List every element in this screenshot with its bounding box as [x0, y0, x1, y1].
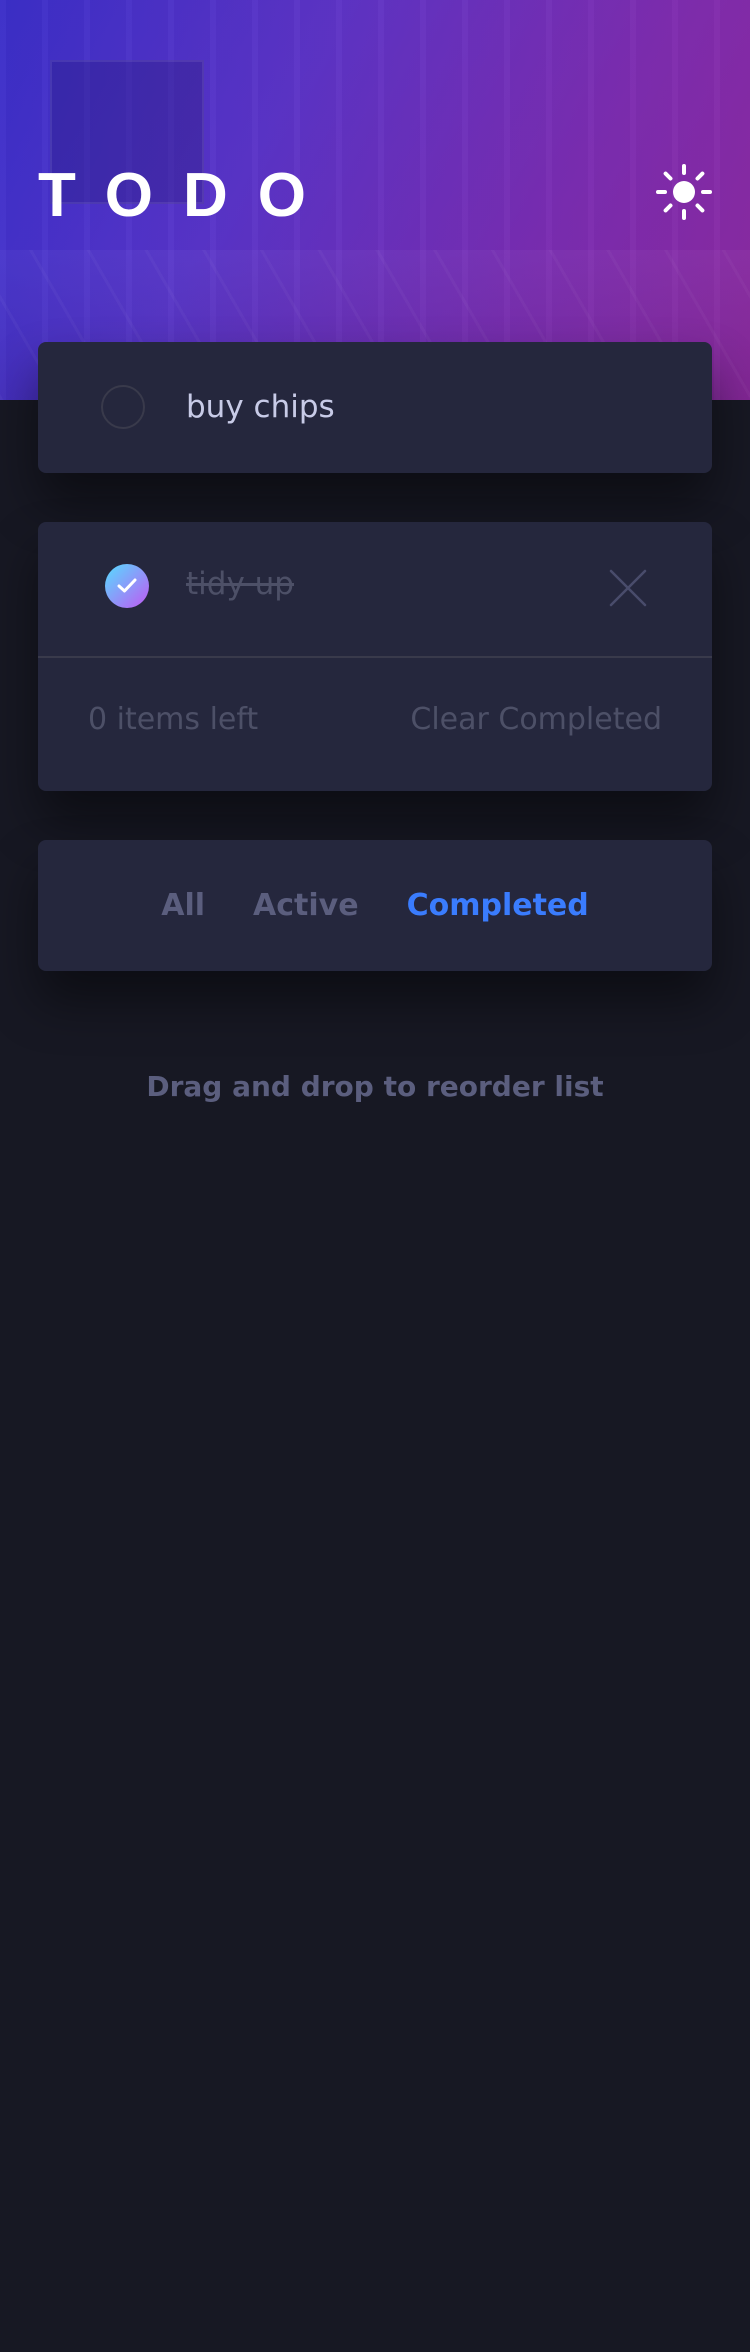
filter-completed[interactable]: Completed — [407, 888, 589, 923]
clear-completed-button[interactable]: Clear Completed — [410, 702, 662, 737]
check-icon — [117, 578, 137, 593]
empty-circle-icon[interactable] — [101, 385, 145, 429]
app-title: TODO — [38, 161, 336, 230]
todo-item[interactable]: tidy up — [38, 522, 712, 658]
todo-list: tidy up 0 items left Clear Completed — [38, 522, 712, 791]
sun-icon — [656, 164, 712, 220]
filter-bar: All Active Completed — [38, 840, 712, 971]
items-left-count: 0 items left — [88, 702, 259, 737]
todo-item-text: tidy up — [186, 566, 294, 602]
theme-toggle-button[interactable] — [656, 164, 712, 220]
filter-active[interactable]: Active — [253, 888, 359, 923]
delete-todo-button[interactable] — [608, 568, 648, 608]
new-todo-input[interactable] — [186, 375, 666, 439]
new-todo-card — [38, 342, 712, 473]
filter-all[interactable]: All — [161, 888, 205, 923]
cross-icon — [609, 569, 647, 607]
drag-drop-hint: Drag and drop to reorder list — [146, 1070, 604, 1103]
completed-checkbox[interactable] — [105, 564, 149, 608]
